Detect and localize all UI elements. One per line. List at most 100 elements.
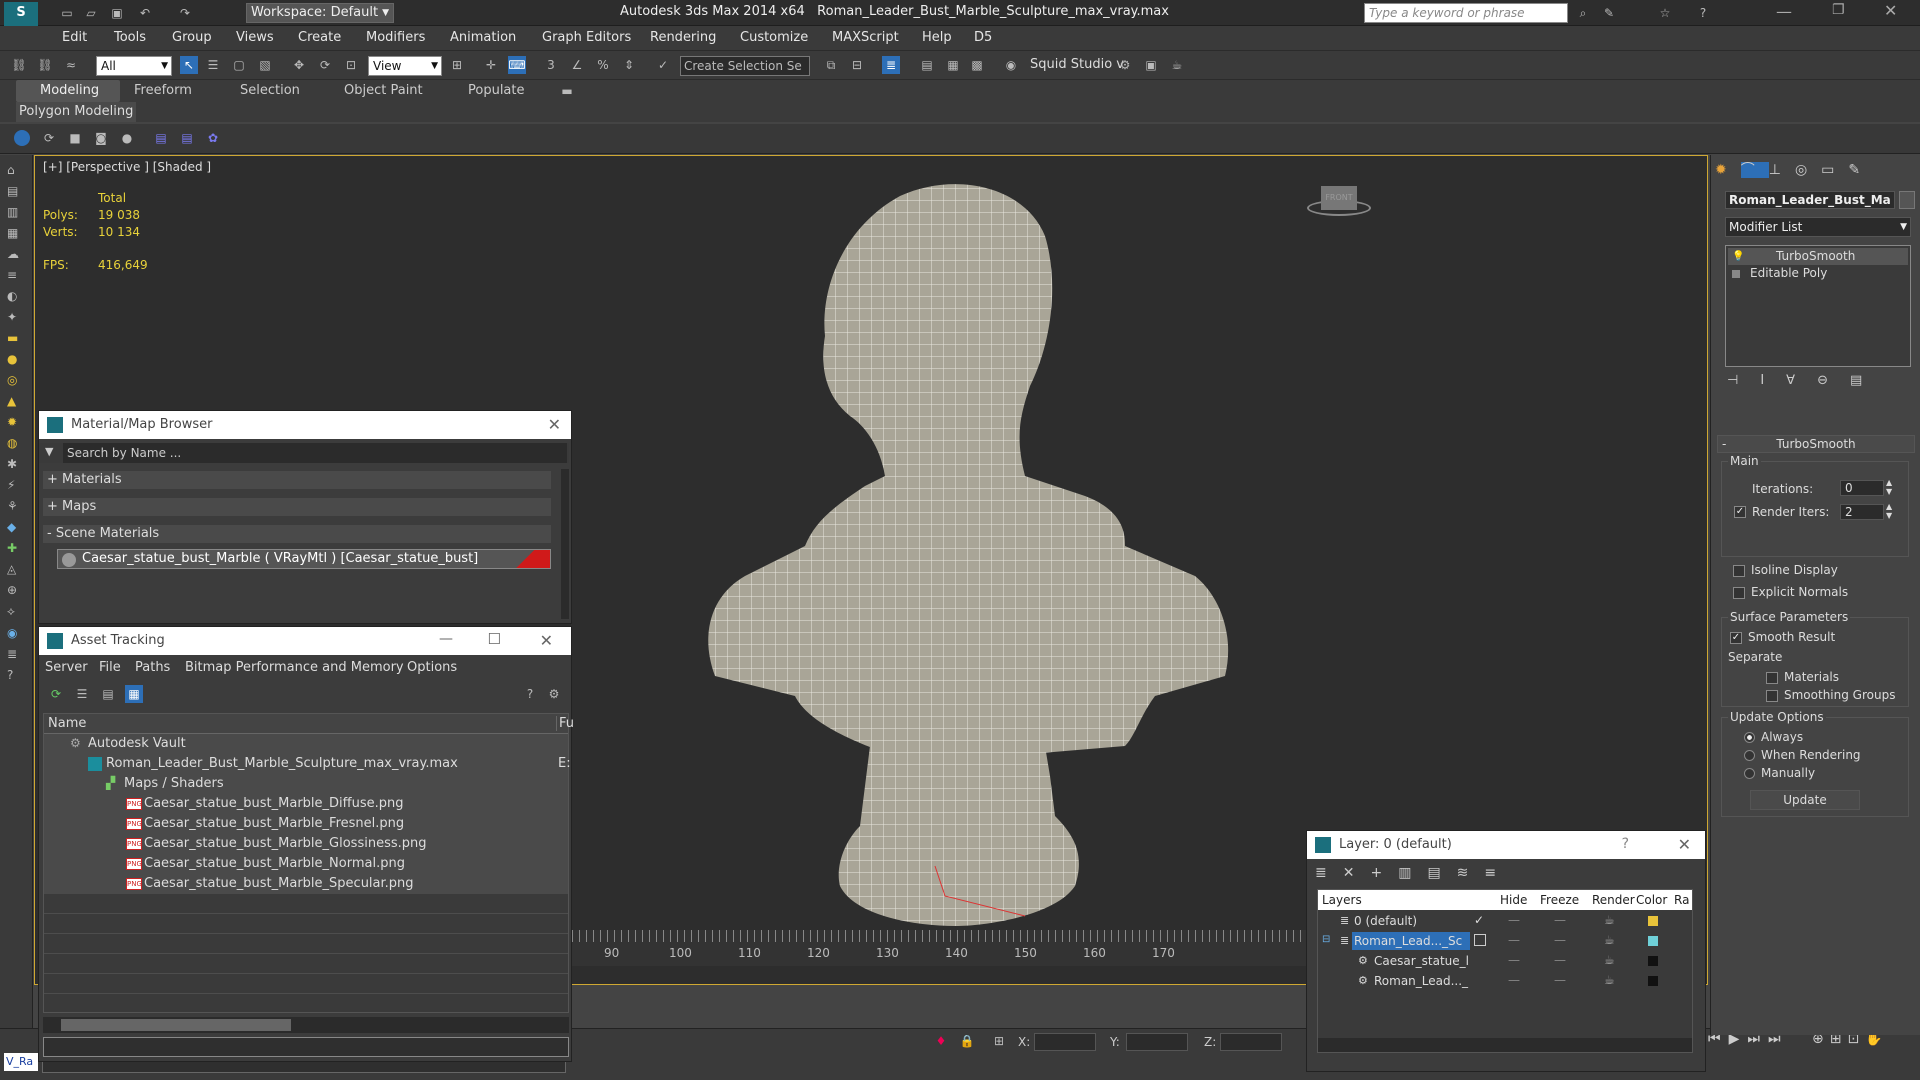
always-radio[interactable]	[1744, 732, 1755, 743]
active-check-icon[interactable]: ✓	[1474, 913, 1484, 927]
move-icon[interactable]: ✥	[290, 56, 308, 74]
display-tab-icon[interactable]: ▭	[1821, 162, 1848, 178]
coord-x-field[interactable]	[1034, 1033, 1096, 1051]
col-render[interactable]: Render	[1592, 893, 1635, 907]
scale-icon[interactable]: ⊡	[342, 56, 360, 74]
menu-create[interactable]: Create	[298, 30, 341, 45]
settings-icon[interactable]: ✿	[204, 129, 222, 147]
tab-selection[interactable]: Selection	[240, 83, 300, 98]
new-icon[interactable]: ▭	[58, 4, 76, 22]
tool-icon-20[interactable]: ◬	[7, 562, 19, 576]
minimize-button[interactable]: —	[1776, 2, 1792, 21]
menu-maxscript[interactable]: MAXScript	[832, 30, 899, 45]
layer-row[interactable]: ⚙ Caesar_statue_l — — ☕	[1318, 952, 1692, 972]
isoline-checkbox[interactable]	[1733, 564, 1745, 577]
coord-y-field[interactable]	[1126, 1033, 1188, 1051]
spinner-snap-icon[interactable]: ⇕	[620, 56, 638, 74]
camera-icon[interactable]: ■	[66, 129, 84, 147]
hide-toggle[interactable]: —	[1508, 933, 1520, 947]
view-cube-face[interactable]: FRONT	[1321, 186, 1357, 210]
maximize-button[interactable]: ❐	[1832, 2, 1845, 18]
align-icon[interactable]: ⊟	[848, 56, 866, 74]
configure-sets-icon[interactable]: ▤	[1850, 373, 1884, 388]
current-layer-icon[interactable]	[1474, 934, 1486, 946]
bind-spacewarp-icon[interactable]: ≈	[62, 56, 80, 74]
tool-icon-24[interactable]: ≣	[7, 647, 19, 661]
ref-coord-dropdown[interactable]: View ▼	[368, 56, 442, 76]
hide-toggle[interactable]: —	[1508, 953, 1520, 967]
rollout-header[interactable]: - TurboSmooth	[1717, 435, 1915, 453]
table-view-icon[interactable]: ▦	[125, 685, 143, 703]
tool-icon-18[interactable]: ◆	[7, 520, 19, 534]
object-name-field[interactable]: Roman_Leader_Bust_Ma	[1725, 191, 1895, 209]
search-box[interactable]: Type a keyword or phrase	[1364, 3, 1568, 23]
menu-server[interactable]: Server	[45, 660, 88, 675]
close-button[interactable]: ✕	[1884, 1, 1897, 20]
menu-d5[interactable]: D5	[974, 30, 992, 45]
help-icon[interactable]: ?	[521, 685, 539, 703]
polygon-modeling-label[interactable]: Polygon Modeling	[16, 102, 136, 122]
open-icon[interactable]: ▱	[82, 4, 100, 22]
tool-icon-14[interactable]: ◍	[7, 436, 19, 450]
maximize-icon[interactable]: ☐	[488, 630, 501, 648]
refresh-icon[interactable]: ⟳	[47, 685, 65, 703]
binoculars-icon[interactable]: ⌕	[1574, 4, 1592, 22]
tool-icon-11[interactable]: ◎	[7, 373, 19, 387]
edit-named-sel-icon[interactable]: ✓	[654, 56, 672, 74]
add-to-layer-icon[interactable]: +	[1370, 865, 1398, 881]
explicit-normals-option[interactable]: Explicit Normals	[1733, 585, 1848, 599]
layer-color-swatch[interactable]	[1648, 916, 1658, 926]
delete-layer-icon[interactable]: ✕	[1343, 865, 1371, 881]
tool-icon-12[interactable]: ▲	[7, 394, 19, 408]
help-icon[interactable]: ?	[1694, 4, 1712, 22]
render-iters-spinner[interactable]: 2	[1840, 504, 1884, 520]
expand-icon[interactable]: ⊟	[1322, 934, 1330, 945]
view-cube[interactable]: FRONT	[1307, 186, 1371, 220]
redo-icon[interactable]: ↷	[176, 4, 194, 22]
spinner-arrows-icon[interactable]: ▲ ▼	[1886, 478, 1892, 496]
col-radiosity[interactable]: Ra	[1674, 893, 1689, 907]
utilities-tab-icon[interactable]: ✎	[1848, 162, 1874, 178]
tool-icon-17[interactable]: ⚘	[7, 499, 19, 513]
help-icon[interactable]: ?	[1622, 836, 1629, 852]
settings-icon[interactable]: ⚙	[545, 685, 563, 703]
select-object-icon[interactable]: ↖	[180, 56, 198, 74]
menu-animation[interactable]: Animation	[450, 30, 516, 45]
scrollbar-thumb[interactable]	[61, 1019, 291, 1031]
freeze-toggle[interactable]: —	[1554, 933, 1566, 947]
show-end-result-icon[interactable]: Ⅰ	[1760, 373, 1786, 388]
render-iters-checkbox[interactable]: ✓	[1734, 506, 1746, 518]
time-ruler[interactable]: 70 80 90 100 110 120 130 140 150 160 170	[467, 930, 1307, 966]
smoothing-groups-option[interactable]: Smoothing Groups	[1766, 688, 1895, 702]
angle-snap-icon[interactable]: ∠	[568, 56, 586, 74]
select-manipulate-icon[interactable]: ✛	[482, 56, 500, 74]
render-setup-icon[interactable]: ⚙	[1116, 56, 1134, 74]
hide-all-icon[interactable]: ≋	[1457, 865, 1485, 881]
render-toggle[interactable]: ☕	[1604, 953, 1615, 967]
col-freeze[interactable]: Freeze	[1540, 893, 1579, 907]
spinner-arrows-icon[interactable]: ▲ ▼	[1886, 502, 1892, 520]
menu-file[interactable]: File	[99, 660, 121, 675]
minimize-icon[interactable]: —	[439, 631, 453, 647]
pin-stack-icon[interactable]: ⊣	[1727, 373, 1760, 388]
layer-color-swatch[interactable]	[1648, 936, 1658, 946]
bust-model[interactable]	[655, 176, 1355, 976]
save-icon[interactable]: ▣	[108, 4, 126, 22]
motion-tab-icon[interactable]: ◎	[1795, 162, 1821, 178]
pin-icon[interactable]: ♦	[932, 1032, 950, 1050]
tab-object-paint[interactable]: Object Paint	[344, 83, 423, 98]
table-row[interactable]: PNG Caesar_statue_bust_Marble_Diffuse.png	[44, 794, 568, 814]
table-row[interactable]: ⚙ Autodesk Vault	[44, 734, 568, 754]
stack-item-turbosmooth[interactable]: 💡 TurboSmooth	[1728, 248, 1908, 265]
mirror-icon[interactable]: ⧉	[822, 56, 840, 74]
menu-options[interactable]: Options	[407, 660, 457, 675]
layer-scrollbar[interactable]	[1318, 1038, 1692, 1052]
window-crossing-icon[interactable]: ▧	[256, 56, 274, 74]
menu-help[interactable]: Help	[922, 30, 952, 45]
tool-icon-21[interactable]: ⊕	[7, 583, 19, 597]
render-toggle[interactable]: ☕	[1604, 973, 1615, 987]
list-icon[interactable]: ▤	[152, 129, 170, 147]
when-rendering-option[interactable]: When Rendering	[1744, 748, 1861, 762]
render-toggle[interactable]: ☕	[1604, 913, 1615, 927]
col-layers[interactable]: Layers	[1322, 893, 1362, 907]
